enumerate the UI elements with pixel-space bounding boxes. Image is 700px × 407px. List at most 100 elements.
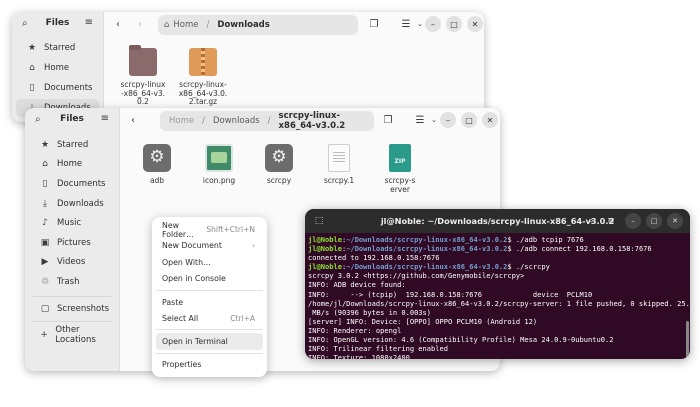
prompt-user: jl@Noble: [308, 244, 342, 254]
hamburger-menu-icon[interactable]: ≡: [85, 17, 93, 28]
file-item-adb[interactable]: ⚙ adb: [127, 144, 187, 186]
breadcrumb-home[interactable]: Home: [173, 20, 198, 30]
home-icon: ⌂: [29, 63, 35, 73]
forward-icon[interactable]: ›: [131, 15, 149, 33]
file-item-scrcpy[interactable]: ⚙ scrcpy: [249, 144, 309, 186]
terminal-line: /home/jl/Downloads/scrcpy-linux-x86_64-v…: [308, 298, 690, 308]
file-item[interactable]: scrcpy-linux-x86_64-v3.0.2: [113, 45, 173, 107]
sidebar-item-trash[interactable]: ♲ Trash: [29, 273, 115, 291]
prompt-user: jl@Noble: [308, 235, 342, 244]
sidebar-item-label: Documents: [57, 179, 106, 189]
menu-item-open-in-terminal[interactable]: Open in Terminal: [156, 333, 263, 350]
menu-item-properties[interactable]: Properties: [156, 356, 263, 373]
sidebar-item-starred[interactable]: ★ Starred: [16, 39, 99, 57]
close-button[interactable]: ✕: [667, 213, 683, 229]
sidebar-item-screenshots[interactable]: ▢ Screenshots: [29, 300, 115, 318]
sidebar-item-videos[interactable]: ▶ Videos: [29, 253, 115, 271]
minimize-button[interactable]: –: [625, 213, 641, 229]
menu-item-paste[interactable]: Paste: [156, 294, 263, 311]
terminal-line: jl@Noble:~/Downloads/scrcpy-linux-x86_64…: [308, 262, 686, 271]
sidebar-item-label: Home: [44, 63, 70, 73]
home-icon: ⌂: [42, 159, 48, 169]
folder-icon: [129, 45, 157, 76]
path-bar[interactable]: Home / Downloads / scrcpy-linux-x86_64-v…: [160, 111, 374, 131]
sidebar-item-music[interactable]: ♪ Music: [29, 214, 115, 232]
menu-item-new-folder[interactable]: New Folder… Shift+Ctrl+N: [156, 220, 263, 239]
gear-icon: ⚙: [265, 144, 293, 172]
close-button[interactable]: ✕: [467, 16, 483, 32]
new-folder-icon[interactable]: ❐: [379, 111, 397, 129]
menu-item-label: Open in Terminal: [162, 337, 228, 346]
close-button[interactable]: ✕: [482, 112, 498, 128]
maximize-button[interactable]: □: [646, 213, 662, 229]
menu-divider: [156, 290, 263, 291]
scrollbar[interactable]: [686, 321, 689, 359]
sidebar: ⌕ Files ≡ ★Starred ⌂Home ▯Documents ⤓Dow…: [25, 108, 120, 371]
back-icon[interactable]: ‹: [124, 111, 142, 129]
terminal-line: INFO: Trilinear filtering enabled: [308, 344, 449, 354]
prompt-path: ~/Downloads/scrcpy-linux-x86_64-v3.0.2: [346, 262, 508, 272]
sidebar-item-label: Starred: [44, 43, 76, 53]
context-menu: New Folder… Shift+Ctrl+N New Document › Op…: [152, 217, 267, 377]
picture-icon: ▣: [40, 238, 50, 248]
file-name: scrcpy-linux-x86_64-v3.0.2.tar.gz: [178, 80, 228, 107]
sidebar-item-pictures[interactable]: ▣ Pictures: [29, 234, 115, 252]
sidebar-item-home[interactable]: ⌂ Home: [16, 59, 99, 77]
file-name: scrcpy.1: [323, 176, 355, 185]
prompt-path: ~/Downloads/scrcpy-linux-x86_64-v3.0.2: [346, 244, 508, 254]
menu-divider: [156, 329, 263, 330]
menu-item-new-document[interactable]: New Document ›: [156, 237, 263, 254]
menu-item-label: Properties: [162, 360, 202, 369]
breadcrumb-downloads[interactable]: Downloads: [213, 116, 260, 126]
breadcrumb-home[interactable]: Home: [169, 116, 194, 126]
star-icon: ★: [40, 140, 50, 150]
back-icon[interactable]: ‹: [109, 15, 127, 33]
gear-icon: ⚙: [143, 144, 171, 172]
sidebar-item-other-locations[interactable]: + Other Locations: [29, 325, 115, 345]
command-text: $ ./adb connect 192.168.0.158:7676: [507, 244, 652, 254]
sidebar-item-label: Home: [57, 159, 83, 169]
sidebar-item-label: Starred: [57, 140, 89, 150]
breadcrumb-current-folder[interactable]: scrcpy-linux-x86_64-v3.0.2: [279, 111, 374, 131]
menu-item-open-in-console[interactable]: Open in Console: [156, 270, 263, 287]
command-text: $ ./scrcpy: [507, 262, 550, 272]
file-name: scrcpy-linux-x86_64-v3.0.2: [120, 80, 166, 107]
file-item-icon-png[interactable]: icon.png: [189, 144, 249, 186]
minimize-button[interactable]: –: [440, 112, 456, 128]
maximize-button[interactable]: □: [446, 16, 462, 32]
new-folder-icon[interactable]: ❐: [365, 15, 383, 33]
file-item-scrcpy-1[interactable]: scrcpy.1: [309, 144, 369, 186]
breadcrumb-downloads[interactable]: Downloads: [217, 20, 269, 30]
search-icon[interactable]: ⌕: [583, 213, 599, 229]
menu-item-label: New Document: [162, 241, 222, 250]
file-item-scrcpy-server[interactable]: ZIP scrcpy-server: [370, 144, 430, 194]
hamburger-menu-icon[interactable]: ≡: [603, 213, 619, 229]
document-icon: ▯: [29, 83, 35, 93]
sidebar-item-documents[interactable]: ▯ Documents: [29, 175, 115, 193]
minimize-button[interactable]: –: [425, 16, 441, 32]
prompt-user: jl@Noble: [308, 262, 342, 272]
terminal-line: INFO: Texture: 1080x2400: [308, 353, 410, 359]
sidebar-item-starred[interactable]: ★ Starred: [29, 136, 115, 154]
sidebar-item-home[interactable]: ⌂ Home: [29, 155, 115, 173]
sidebar: ⌕ Files ≡ ★Starred ⌂Home ▯Documents ⤓Dow…: [12, 12, 104, 122]
sidebar-item-downloads[interactable]: ⤓ Downloads: [29, 195, 115, 213]
path-bar[interactable]: ⌂ Home / Downloads: [158, 15, 358, 35]
terminal-window: ⬚ jl@Noble: ~/Downloads/scrcpy-linux-x86…: [305, 209, 690, 359]
download-icon: ⤓: [43, 199, 47, 209]
terminal-line: jl@Noble:~/Downloads/scrcpy-linux-x86_64…: [308, 235, 686, 244]
sidebar-item-documents[interactable]: ▯ Documents: [16, 79, 99, 97]
sidebar-item-label: Music: [57, 218, 82, 228]
menu-item-select-all[interactable]: Select All Ctrl+A: [156, 310, 263, 327]
terminal-line: INFO: --> (tcpip) 192.168.0.158:7676 dev…: [308, 289, 593, 299]
menu-item-label: Select All: [162, 314, 199, 323]
menu-item-open-with[interactable]: Open With…: [156, 254, 263, 271]
hamburger-menu-icon[interactable]: ≡: [101, 113, 109, 124]
maximize-button[interactable]: □: [461, 112, 477, 128]
image-icon: [205, 144, 233, 172]
file-item[interactable]: scrcpy-linux-x86_64-v3.0.2.tar.gz: [173, 48, 233, 107]
terminal-line: scrcpy 3.0.2 <https://github.com/Genymob…: [308, 271, 525, 281]
terminal-line: INFO: OpenGL version: 4.6 (Compatibility…: [308, 335, 614, 345]
terminal-output[interactable]: jl@Noble:~/Downloads/scrcpy-linux-x86_64…: [308, 235, 690, 359]
menu-item-label: New Folder…: [162, 220, 194, 239]
